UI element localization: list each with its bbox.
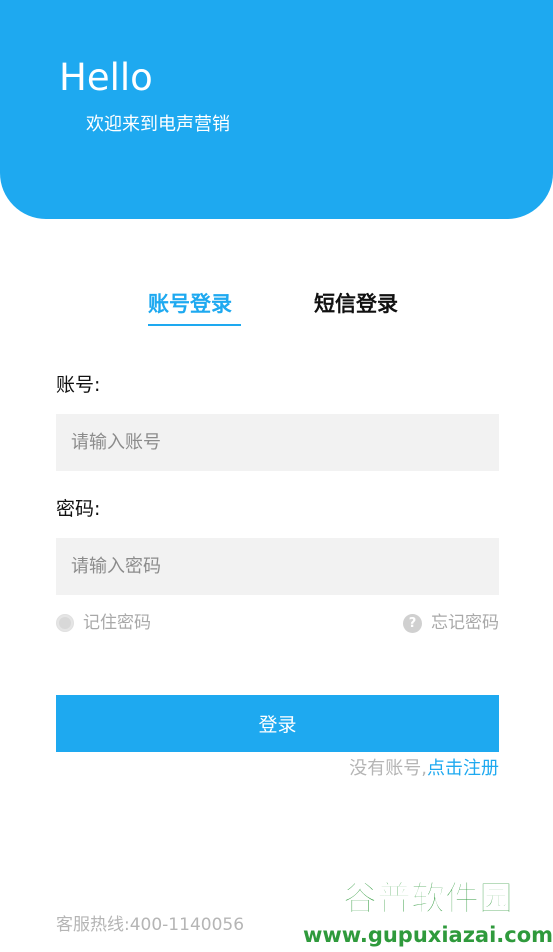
header-subtitle: 欢迎来到电声营销 <box>86 114 230 135</box>
watermark-brand: 谷普软件园 <box>343 879 513 919</box>
question-icon: ? <box>403 613 422 633</box>
login-button[interactable]: 登录 <box>56 695 499 752</box>
password-label: 密码: <box>56 498 101 520</box>
register-link[interactable]: 点击注册 <box>427 758 499 779</box>
tab-sms-login-label: 短信登录 <box>314 292 398 316</box>
password-input[interactable] <box>56 538 499 595</box>
remember-password-label: 记住密码 <box>83 613 151 633</box>
header-title: Hello <box>59 56 153 99</box>
watermark-url: www.gupuxiazai.com <box>303 923 553 947</box>
remember-password-option[interactable]: 记住密码 <box>56 611 151 635</box>
tab-account-login-label: 账号登录 <box>148 292 232 316</box>
watermark-logo: 谷普软件园 www.gupuxiazai.com <box>303 866 553 952</box>
forgot-password-label: 忘记密码 <box>431 613 499 633</box>
register-prompt: 没有账号,点击注册 <box>349 756 499 782</box>
radio-icon[interactable] <box>56 614 74 632</box>
account-input[interactable] <box>56 414 499 471</box>
forgot-password-link[interactable]: ? 忘记密码 <box>403 611 499 635</box>
header-banner: Hello 欢迎来到电声营销 <box>0 0 553 219</box>
tab-sms-login[interactable]: 短信登录 <box>314 290 398 318</box>
account-label: 账号: <box>56 374 101 396</box>
active-tab-underline <box>148 324 241 326</box>
customer-hotline: 客服热线:400-1140056 <box>56 915 245 935</box>
tab-account-login[interactable]: 账号登录 <box>148 290 241 326</box>
no-account-text: 没有账号, <box>349 758 427 779</box>
